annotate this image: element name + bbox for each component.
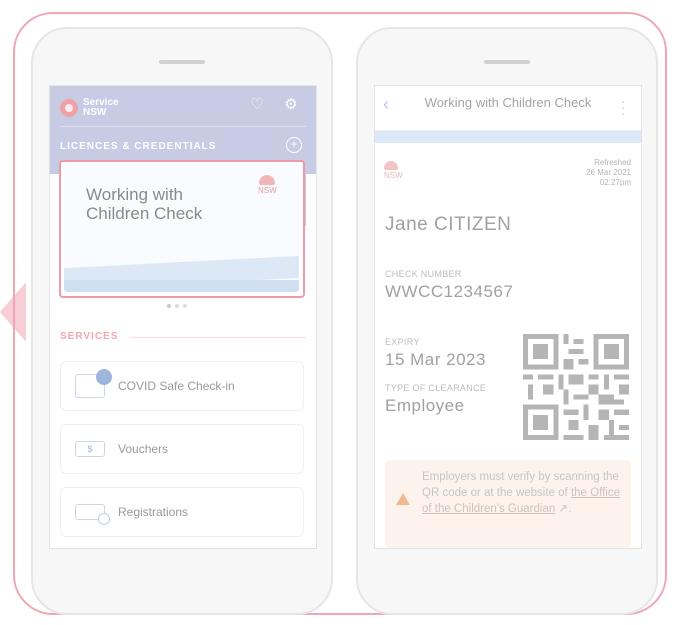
phone-speaker — [484, 60, 530, 64]
warning-box: Employers must verify by scanning the QR… — [385, 460, 631, 548]
warning-text: Employers must verify by scanning the QR… — [422, 469, 622, 517]
service-label: Registrations — [118, 505, 189, 519]
add-licence-icon[interactable]: + — [286, 137, 302, 153]
refreshed-date: 26 Mar 2021 — [586, 168, 631, 177]
nsw-label: NSW — [258, 186, 277, 195]
refreshed-info: Refreshed 26 Mar 2021 02:27pm — [553, 158, 631, 188]
pointer-arrow — [0, 282, 26, 342]
carousel-dot[interactable] — [175, 304, 179, 308]
warning-end: . — [568, 503, 572, 515]
clearance-value: Employee — [385, 396, 465, 415]
nsw-logo: NSW — [258, 175, 277, 195]
nsw-logo: NSW — [384, 161, 403, 180]
phone-speaker — [159, 60, 205, 64]
service-registrations[interactable]: Registrations — [60, 487, 304, 537]
licences-heading: LICENCES & CREDENTIALS — [60, 141, 217, 152]
carousel-dot[interactable] — [167, 304, 171, 308]
check-number-label: CHECK NUMBER — [385, 269, 462, 279]
credential-screen: ‹ Working with Children Check · · · NSW Re… — [374, 85, 642, 549]
gear-icon[interactable]: ⚙ — [282, 96, 300, 114]
wwcc-card[interactable]: Working with Children Check NSW — [64, 165, 299, 292]
holder-name: Jane CITIZEN — [385, 214, 512, 235]
waratah-icon — [384, 161, 398, 170]
clearance-label: TYPE OF CLEARANCE — [385, 383, 487, 393]
card-wave-bottom — [64, 280, 299, 292]
logo-icon — [60, 99, 78, 117]
refreshed-label: Refreshed — [594, 158, 631, 167]
expiry-value: 15 Mar 2023 — [385, 350, 486, 369]
services-heading: SERVICES — [60, 331, 119, 342]
waratah-icon — [259, 175, 276, 185]
brand-name: Service NSW — [83, 97, 119, 118]
top-bar: ‹ Working with Children Check · · · — [375, 86, 641, 131]
warning-icon — [396, 493, 410, 505]
service-label: Vouchers — [118, 442, 169, 456]
refreshed-time: 02:27pm — [599, 178, 631, 187]
qr-code[interactable] — [523, 334, 629, 440]
card-title: Working with Children Check — [86, 185, 203, 223]
registration-icon — [75, 504, 110, 525]
header-band — [375, 131, 641, 143]
phone-left: Service NSW ♡ ⚙ LICENCES & CREDENTIALS +… — [31, 27, 333, 615]
phone-right: ‹ Working with Children Check · · · NSW Re… — [356, 27, 658, 615]
external-link-icon: ↗ — [555, 503, 569, 515]
voucher-icon: $ — [75, 441, 105, 457]
divider — [60, 126, 306, 127]
carousel-dots[interactable] — [167, 304, 187, 308]
back-chevron-icon[interactable]: ‹ — [383, 94, 389, 115]
more-menu-icon[interactable]: · · · — [619, 94, 627, 120]
service-nsw-logo: Service NSW — [60, 97, 119, 118]
home-screen: Service NSW ♡ ⚙ LICENCES & CREDENTIALS +… — [49, 85, 317, 549]
service-vouchers[interactable]: $ Vouchers — [60, 424, 304, 474]
service-label: COVID Safe Check-in — [118, 379, 235, 393]
qr-checkin-icon — [75, 369, 112, 398]
carousel-dot[interactable] — [183, 304, 187, 308]
bell-icon[interactable]: ♡ — [248, 96, 266, 114]
expiry-label: EXPIRY — [385, 337, 420, 347]
divider — [130, 337, 306, 338]
check-number-value: WWCC1234567 — [385, 282, 514, 301]
wwcc-card-highlight[interactable]: Working with Children Check NSW — [59, 160, 305, 298]
nsw-label: NSW — [384, 171, 403, 180]
screen-title: Working with Children Check — [424, 95, 592, 110]
service-covid-checkin[interactable]: COVID Safe Check-in — [60, 361, 304, 411]
